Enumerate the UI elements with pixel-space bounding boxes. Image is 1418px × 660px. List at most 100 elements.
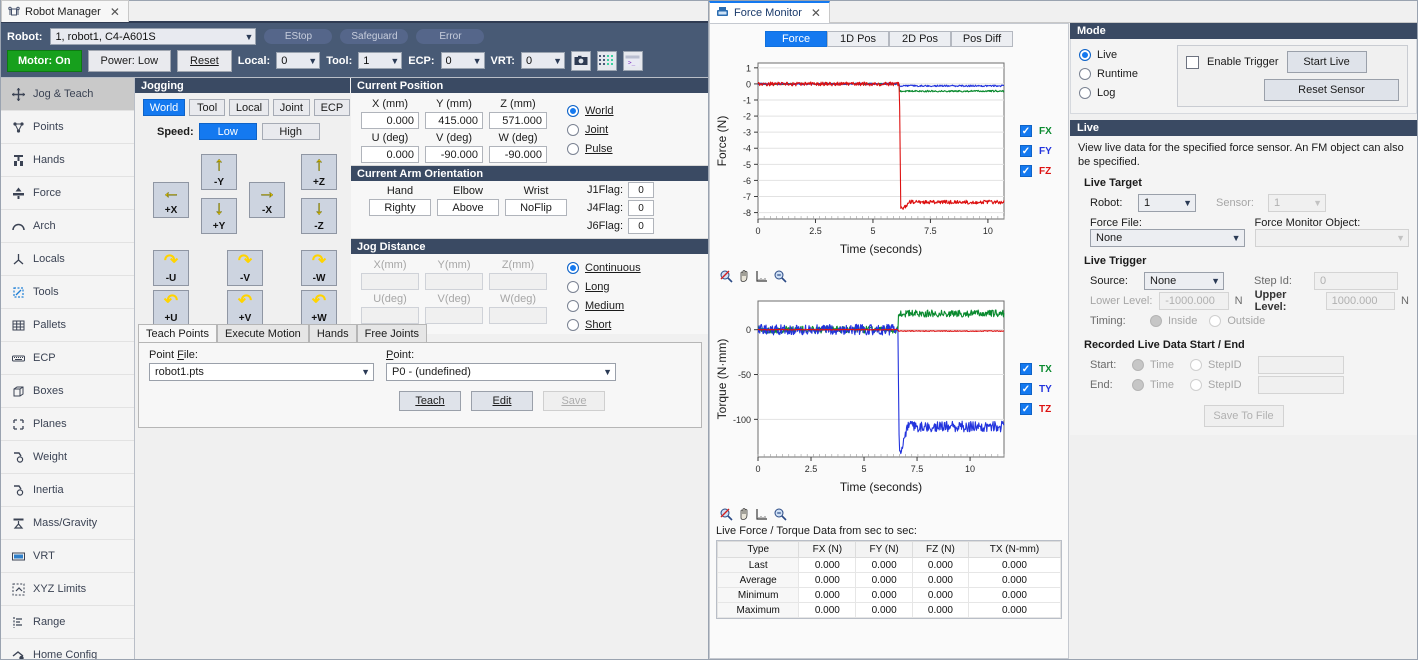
jog-button-minus-u[interactable]: ↷ -U — [153, 250, 189, 286]
power-toggle-button[interactable]: Power: Low — [88, 50, 171, 72]
jog-button-minus-y[interactable]: ↑ -Y — [201, 154, 237, 190]
tool-selector[interactable]: 1 ▼ — [358, 52, 402, 69]
jog-button-plus-w[interactable]: ↶ +W — [301, 290, 337, 326]
zoom-box-icon[interactable] — [772, 506, 787, 521]
jog-button-plus-x[interactable]: ← +X — [153, 182, 189, 218]
jog-mode-ecp[interactable]: ECP — [314, 99, 350, 116]
jog-mode-local[interactable]: Local — [229, 99, 269, 116]
vrt-selector[interactable]: 0 ▼ — [521, 52, 565, 69]
checkbox-ty[interactable]: ✓ — [1020, 383, 1032, 395]
sidebar-item-home-config[interactable]: Home Config — [1, 639, 134, 659]
sidebar-item-arch[interactable]: Arch — [1, 210, 134, 243]
sidebar-item-planes[interactable]: Planes — [1, 408, 134, 441]
jog-v-input[interactable] — [425, 307, 483, 324]
teach-button[interactable]: Teach — [399, 391, 461, 411]
motor-toggle-button[interactable]: Motor: On — [7, 50, 82, 72]
jog-w-input[interactable] — [489, 307, 547, 324]
source-select[interactable]: None ▼ — [1144, 272, 1224, 290]
axis-scale-icon[interactable] — [754, 506, 769, 521]
tab-robot-manager[interactable]: Robot Manager ✕ — [1, 0, 129, 22]
coord-mode-joint[interactable]: Joint — [567, 120, 614, 139]
tab-force-monitor[interactable]: Force Monitor ✕ — [709, 1, 830, 23]
legend-item-fy[interactable]: ✓FY — [1020, 141, 1052, 161]
jog-button-plus-z[interactable]: ↑ +Z — [301, 154, 337, 190]
upper-level-input[interactable]: 1000.000 — [1326, 292, 1395, 310]
reset-button[interactable]: Reset — [177, 50, 232, 72]
view-tab-pos-diff[interactable]: Pos Diff — [951, 31, 1013, 47]
checkbox-fx[interactable]: ✓ — [1020, 125, 1032, 137]
checkbox-tx[interactable]: ✓ — [1020, 363, 1032, 375]
enable-trigger-checkbox[interactable] — [1186, 56, 1199, 69]
io-monitor-icon[interactable] — [597, 51, 617, 71]
jog-u-input[interactable] — [361, 307, 419, 324]
lower-level-input[interactable]: -1000.000 — [1159, 292, 1228, 310]
jog-distance-medium[interactable]: Medium — [567, 296, 641, 315]
force-chart-svg[interactable]: 10-1-2-3-4-5-6-7-802.557.510Time (second… — [712, 51, 1012, 266]
sidebar-item-tools[interactable]: Tools — [1, 276, 134, 309]
point-select[interactable]: P0 - (undefined) ▼ — [386, 363, 616, 381]
jog-mode-joint[interactable]: Joint — [273, 99, 310, 116]
sidebar-item-vrt[interactable]: VRT — [1, 540, 134, 573]
legend-item-fz[interactable]: ✓FZ — [1020, 161, 1052, 181]
axis-scale-icon[interactable] — [754, 268, 769, 283]
robot-selector[interactable]: 1, robot1, C4-A601S ▼ — [50, 28, 256, 45]
pan-icon[interactable] — [736, 268, 751, 283]
edit-button[interactable]: Edit — [471, 391, 533, 411]
legend-item-ty[interactable]: ✓TY — [1020, 379, 1052, 399]
jog-y-input[interactable] — [425, 273, 483, 290]
zoom-reset-icon[interactable] — [718, 268, 733, 283]
sidebar-item-locals[interactable]: Locals — [1, 243, 134, 276]
tab-teach-points[interactable]: Teach Points — [138, 324, 217, 342]
sidebar-item-force[interactable]: Force — [1, 177, 134, 210]
command-window-icon[interactable]: >_ — [623, 51, 643, 71]
sidebar-item-hands[interactable]: Hands — [1, 144, 134, 177]
jog-button-minus-z[interactable]: ↓ -Z — [301, 198, 337, 234]
jog-speed-high[interactable]: High — [262, 123, 320, 140]
robot-select[interactable]: 1 ▼ — [1138, 194, 1196, 212]
force-file-select[interactable]: None ▼ — [1090, 229, 1245, 247]
tab-execute-motion[interactable]: Execute Motion — [217, 324, 309, 342]
jog-z-input[interactable] — [489, 273, 547, 290]
end-value-input[interactable] — [1258, 376, 1344, 394]
checkbox-fy[interactable]: ✓ — [1020, 145, 1032, 157]
close-icon[interactable]: ✕ — [811, 6, 821, 20]
reset-sensor-button[interactable]: Reset Sensor — [1264, 79, 1399, 101]
tab-hands[interactable]: Hands — [309, 324, 357, 342]
view-tab-force[interactable]: Force — [765, 31, 827, 47]
sidebar-item-boxes[interactable]: Boxes — [1, 375, 134, 408]
sidebar-item-ecp[interactable]: ECP — [1, 342, 134, 375]
zoom-box-icon[interactable] — [772, 268, 787, 283]
mode-log[interactable]: Log — [1079, 83, 1167, 102]
legend-item-tx[interactable]: ✓TX — [1020, 359, 1052, 379]
close-icon[interactable]: ✕ — [110, 5, 120, 19]
mode-runtime[interactable]: Runtime — [1079, 64, 1167, 83]
jog-speed-low[interactable]: Low — [199, 123, 257, 140]
mode-live[interactable]: Live — [1079, 45, 1167, 64]
camera-icon[interactable] — [571, 51, 591, 71]
jog-button-minus-x[interactable]: → -X — [249, 182, 285, 218]
local-selector[interactable]: 0 ▼ — [276, 52, 320, 69]
checkbox-fz[interactable]: ✓ — [1020, 165, 1032, 177]
coord-mode-world[interactable]: World — [567, 101, 614, 120]
jog-distance-continuous[interactable]: Continuous — [567, 258, 641, 277]
sidebar-item-inertia[interactable]: Inertia — [1, 474, 134, 507]
legend-item-tz[interactable]: ✓TZ — [1020, 399, 1052, 419]
tab-free-joints[interactable]: Free Joints — [357, 324, 427, 342]
jog-button-plus-v[interactable]: ↶ +V — [227, 290, 263, 326]
view-tab-1d-pos[interactable]: 1D Pos — [827, 31, 889, 47]
jog-button-plus-u[interactable]: ↶ +U — [153, 290, 189, 326]
sidebar-item-weight[interactable]: Weight — [1, 441, 134, 474]
sidebar-item-mass-gravity[interactable]: Mass/Gravity — [1, 507, 134, 540]
point-file-select[interactable]: robot1.pts ▼ — [149, 363, 374, 381]
sidebar-item-jog-teach[interactable]: Jog & Teach — [1, 78, 134, 111]
legend-item-fx[interactable]: ✓FX — [1020, 121, 1052, 141]
jog-button-minus-w[interactable]: ↷ -W — [301, 250, 337, 286]
step-id-input[interactable]: 0 — [1314, 272, 1398, 290]
sidebar-item-xyz-limits[interactable]: XYZ Limits — [1, 573, 134, 606]
jog-mode-world[interactable]: World — [143, 99, 185, 116]
ecp-selector[interactable]: 0 ▼ — [441, 52, 485, 69]
zoom-reset-icon[interactable] — [718, 506, 733, 521]
coord-mode-pulse[interactable]: Pulse — [567, 139, 614, 158]
sidebar-item-points[interactable]: Points — [1, 111, 134, 144]
jog-distance-long[interactable]: Long — [567, 277, 641, 296]
